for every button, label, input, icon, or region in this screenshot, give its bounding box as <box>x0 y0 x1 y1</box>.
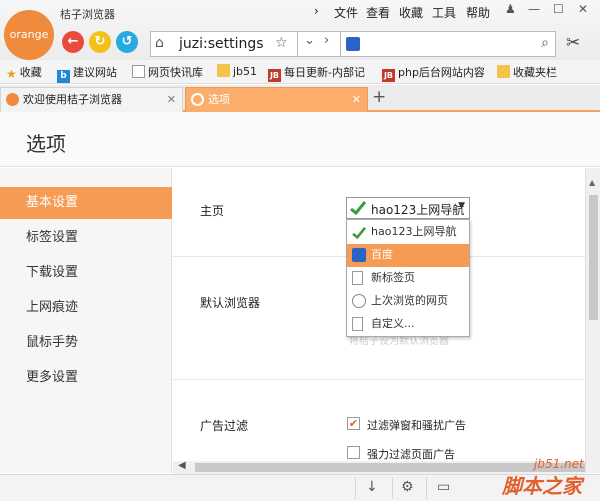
jb-logo-icon: JB <box>268 69 281 82</box>
bookmark-item[interactable]: jb51 <box>217 64 257 78</box>
watermark-url: jb51.net <box>534 457 584 471</box>
search-icon[interactable]: ⌕ <box>541 35 549 51</box>
search-box[interactable]: 🐾 ⌕ <box>340 31 556 57</box>
page-icon <box>352 271 363 285</box>
option-hao123[interactable]: hao123上网导航 <box>347 221 469 244</box>
bookmark-item[interactable]: b 建议网站 <box>57 64 117 83</box>
jb-logo-icon: JB <box>382 69 395 82</box>
sidebar-item-download[interactable]: 下载设置 <box>0 257 172 289</box>
bookmark-collect[interactable]: ★ 收藏 <box>6 64 42 81</box>
star-icon: ★ <box>6 67 17 81</box>
adfilter-strong-label: 强力过滤页面广告 <box>367 448 455 461</box>
hao123-icon <box>352 225 366 240</box>
download-icon[interactable]: ↓ <box>366 479 378 495</box>
scroll-left-icon[interactable]: ◀ <box>178 460 186 471</box>
orange-logo: orange <box>4 10 54 60</box>
menu-tools[interactable]: 工具 <box>432 4 456 21</box>
adfilter-popup-label: 过滤弹窗和骚扰广告 <box>367 419 466 432</box>
divider <box>173 379 585 380</box>
option-last-session[interactable]: 上次浏览的网页 <box>347 290 469 313</box>
restore-button[interactable]: ↺ <box>116 31 138 53</box>
tab-welcome[interactable]: 欢迎使用桔子浏览器 ✕ <box>0 87 183 112</box>
chevron-down-icon: ▼ <box>458 201 465 211</box>
baidu-paw-icon: 🐾 <box>352 248 366 262</box>
menu-file[interactable]: 文件 <box>334 4 358 21</box>
homepage-dropdown-menu: hao123上网导航 🐾 百度 新标签页 上次浏览的网页 自定义... <box>346 219 470 337</box>
option-new-tab[interactable]: 新标签页 <box>347 267 469 290</box>
bookmarks-bar: ★ 收藏 b 建议网站 网页快讯库 jb51 JB 每日更新-内部记 JB php后台网… <box>0 60 600 84</box>
option-custom[interactable]: 自定义... <box>347 313 469 336</box>
orange-icon <box>191 93 204 106</box>
menu-favorites[interactable]: 收藏 <box>399 4 423 21</box>
arrow-left-icon: ← <box>67 34 79 49</box>
skin-shirt-icon[interactable]: ♟ <box>505 2 516 16</box>
sidebar-item-gestures[interactable]: 鼠标手势 <box>0 327 172 359</box>
screen-icon[interactable]: ▭ <box>437 479 450 495</box>
close-tab-icon[interactable]: ✕ <box>352 88 361 111</box>
gear-icon[interactable]: ⚙ <box>401 479 414 495</box>
document-icon <box>352 317 363 331</box>
chevron-down-icon[interactable]: ⌄ <box>304 33 315 48</box>
bookmark-item[interactable]: JB php后台网站内容 <box>382 64 485 82</box>
close-tab-icon[interactable]: ✕ <box>167 88 176 111</box>
homepage-label: 主页 <box>200 204 225 218</box>
hao123-icon <box>350 201 367 216</box>
forward-button[interactable]: ↻ <box>89 31 111 53</box>
bookmark-item[interactable]: 网页快讯库 <box>132 64 203 80</box>
folder-icon <box>497 65 510 78</box>
sidebar-item-tabs[interactable]: 标签设置 <box>0 222 172 254</box>
chevron-right-icon[interactable]: › <box>324 33 329 48</box>
bookmark-item[interactable]: JB 每日更新-内部记 <box>268 64 365 82</box>
settings-sidebar: 基本设置 标签设置 下载设置 上网痕迹 鼠标手势 更多设置 <box>0 168 172 473</box>
bookmark-item[interactable]: 收藏夹栏 <box>497 64 557 80</box>
orange-icon <box>6 93 19 106</box>
home-icon[interactable]: ⌂ <box>155 35 164 51</box>
title-bar: orange 桔子浏览器 ← ↻ ↺ › 文件 查看 收藏 工具 帮助 ♟ — … <box>0 0 600 60</box>
option-baidu[interactable]: 🐾 百度 <box>347 244 469 267</box>
folder-icon <box>217 64 230 77</box>
return-arrow-icon: ↺ <box>121 34 133 49</box>
tab-bar: 欢迎使用桔子浏览器 ✕ 选项 ✕ + <box>0 85 600 112</box>
menu-view[interactable]: 查看 <box>366 4 390 21</box>
sidebar-item-more[interactable]: 更多设置 <box>0 362 172 394</box>
app-title: 桔子浏览器 <box>60 8 115 21</box>
scissors-icon[interactable]: ✂ <box>566 33 580 53</box>
menu-chevron-icon[interactable]: › <box>314 4 319 18</box>
adfilter-label: 广告过滤 <box>200 419 249 433</box>
menu-help[interactable]: 帮助 <box>466 4 490 21</box>
homepage-select[interactable]: hao123上网导航 ▼ <box>346 197 470 219</box>
separator <box>355 477 356 499</box>
new-tab-icon[interactable]: + <box>372 87 386 107</box>
maximize-icon[interactable]: ☐ <box>553 2 564 16</box>
sidebar-item-basic[interactable]: 基本设置 <box>0 187 172 219</box>
watermark-site: 脚本之家 <box>502 474 582 498</box>
page-header: 选项 <box>0 112 600 167</box>
vertical-scrollbar[interactable]: ▲ <box>585 168 600 473</box>
separator <box>392 477 393 499</box>
tab-options[interactable]: 选项 ✕ <box>185 87 368 112</box>
homepage-value: hao123上网导航 <box>371 203 465 217</box>
checkmark-icon: ✔ <box>348 417 359 430</box>
page-title: 选项 <box>26 132 66 156</box>
back-button[interactable]: ← <box>62 31 84 53</box>
b-logo-icon: b <box>57 70 70 83</box>
adfilter-strong-checkbox[interactable] <box>347 446 360 459</box>
adfilter-popup-checkbox[interactable]: ✔ <box>347 417 360 430</box>
clock-icon <box>352 294 366 308</box>
baidu-paw-icon[interactable]: 🐾 <box>346 37 360 51</box>
separator <box>297 31 298 57</box>
url-text[interactable]: juzi:settings <box>179 36 264 52</box>
close-window-icon[interactable]: ✕ <box>578 2 588 16</box>
minimize-icon[interactable]: — <box>528 2 540 16</box>
scroll-thumb[interactable] <box>589 195 598 320</box>
separator <box>426 477 427 499</box>
page-icon <box>132 65 145 78</box>
bookmark-star-icon[interactable]: ☆ <box>275 35 288 51</box>
refresh-arrow-icon: ↻ <box>94 34 106 49</box>
sidebar-item-history[interactable]: 上网痕迹 <box>0 292 172 324</box>
default-browser-label: 默认浏览器 <box>200 296 261 310</box>
scroll-up-icon[interactable]: ▲ <box>589 178 595 187</box>
